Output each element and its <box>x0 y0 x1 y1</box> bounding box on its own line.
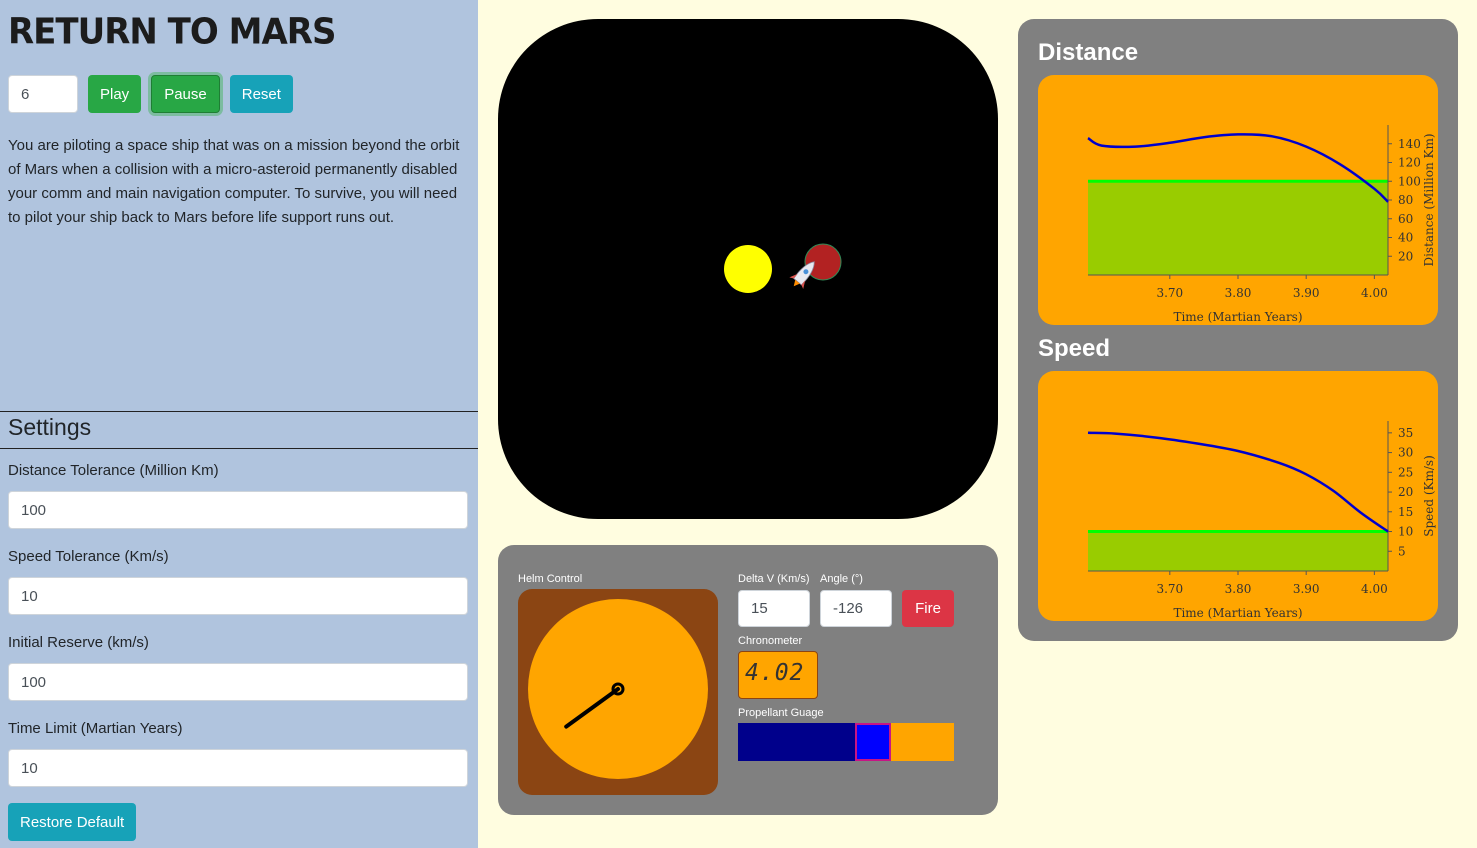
speed-tolerance-label: Speed Tolerance (Km/s) <box>8 548 169 565</box>
x-tick-label: 3.90 <box>1293 286 1320 300</box>
sim-controls: Play Pause Reset <box>8 75 293 113</box>
speed-tolerance-input[interactable] <box>8 577 468 615</box>
y-tick-label: 20 <box>1398 249 1413 263</box>
distance-tolerance-label: Distance Tolerance (Million Km) <box>8 462 219 479</box>
x-tick-label: 3.90 <box>1293 582 1320 596</box>
play-button[interactable]: Play <box>88 75 142 113</box>
delta-v-label: Delta V (Km/s) <box>738 573 810 585</box>
angle-label: Angle (°) <box>820 573 863 585</box>
distance-chart-svg: 3.70 3.80 3.90 4.00 20 40 60 80 100 120 140 Time (M… <box>1087 125 1436 324</box>
sim-speed-input[interactable] <box>8 75 78 113</box>
propellant-label: Propellant Guage <box>738 707 824 719</box>
series-line <box>1087 431 1389 533</box>
time-limit-label: Time Limit (Martian Years) <box>8 720 183 737</box>
y-tick-label: 80 <box>1398 193 1413 207</box>
time-limit-input[interactable] <box>8 749 468 787</box>
y-tick-label: 140 <box>1398 137 1421 151</box>
x-axis-label: Time (Martian Years) <box>1173 310 1302 324</box>
y-tick-label: 5 <box>1398 544 1406 558</box>
y-tick-label: 25 <box>1398 465 1413 479</box>
x-tick-label: 4.00 <box>1361 582 1388 596</box>
propellant-fill <box>738 723 855 761</box>
restore-default-button[interactable]: Restore Default <box>8 803 137 841</box>
distance-chart: 3.70 3.80 3.90 4.00 20 40 60 80 100 120 140 Time (M… <box>1038 75 1438 325</box>
settings-heading: Settings <box>8 414 92 440</box>
y-tick-label: 30 <box>1398 446 1413 460</box>
space-canvas <box>724 243 842 293</box>
intro-text: You are piloting a space ship that was o… <box>8 137 460 226</box>
space-view <box>498 19 998 519</box>
distance-tolerance-input[interactable] <box>8 491 468 529</box>
fire-button[interactable]: Fire <box>902 590 954 627</box>
speed-chart: 3.70 3.80 3.90 4.00 5 10 15 20 25 30 35 Time (Marti… <box>1038 371 1438 621</box>
initial-reserve-input[interactable] <box>8 663 468 701</box>
reset-button[interactable]: Reset <box>229 75 293 113</box>
charts-panel: Distance 3.70 3.80 3.90 4.00 20 40 60 80 100 120 1… <box>1018 19 1458 641</box>
y-tick-label: 120 <box>1398 156 1421 170</box>
sun <box>724 245 772 293</box>
delta-v-input[interactable] <box>738 590 810 627</box>
helm-control[interactable] <box>518 589 718 795</box>
y-axis-label: Speed (Km/s) <box>1422 455 1436 537</box>
x-tick-label: 3.80 <box>1225 286 1252 300</box>
x-tick-label: 3.70 <box>1156 582 1183 596</box>
speed-chart-title: Speed <box>1038 335 1111 362</box>
chronometer-label: Chronometer <box>738 635 803 647</box>
app-title: RETURN TO MARS <box>8 11 336 53</box>
tolerance-area <box>1088 531 1388 571</box>
pause-button[interactable]: Pause <box>151 75 220 113</box>
y-tick-label: 15 <box>1398 505 1413 519</box>
settings-header: Settings <box>0 411 478 449</box>
y-tick-label: 35 <box>1398 426 1413 440</box>
propellant-marker <box>854 723 891 761</box>
helm-dial[interactable] <box>518 589 718 795</box>
helm-panel: Helm Control Delta V (Km/s) Angle (°) Fi… <box>498 545 998 815</box>
initial-reserve-label: Initial Reserve (km/s) <box>8 634 149 651</box>
x-tick-label: 3.70 <box>1156 286 1183 300</box>
chronometer-display: 4.02 <box>738 651 818 699</box>
x-axis-label: Time (Martian Years) <box>1173 606 1302 620</box>
y-tick-label: 10 <box>1398 525 1413 539</box>
distance-chart-title: Distance <box>1038 39 1139 66</box>
x-tick-label: 3.80 <box>1225 582 1252 596</box>
propellant-gauge <box>738 723 954 761</box>
tolerance-area <box>1088 181 1388 275</box>
sidebar: RETURN TO MARS Play Pause Reset You are … <box>0 0 478 848</box>
y-axis-label: Distance (Million Km) <box>1422 133 1436 266</box>
speed-chart-svg: 3.70 3.80 3.90 4.00 5 10 15 20 25 30 35 Time (Marti… <box>1087 421 1436 620</box>
y-tick-label: 40 <box>1398 231 1413 245</box>
helm-control-label: Helm Control <box>518 573 583 585</box>
angle-input[interactable] <box>820 590 892 627</box>
y-tick-label: 60 <box>1398 212 1413 226</box>
y-tick-label: 100 <box>1398 174 1421 188</box>
x-tick-label: 4.00 <box>1361 286 1388 300</box>
y-tick-label: 20 <box>1398 485 1413 499</box>
